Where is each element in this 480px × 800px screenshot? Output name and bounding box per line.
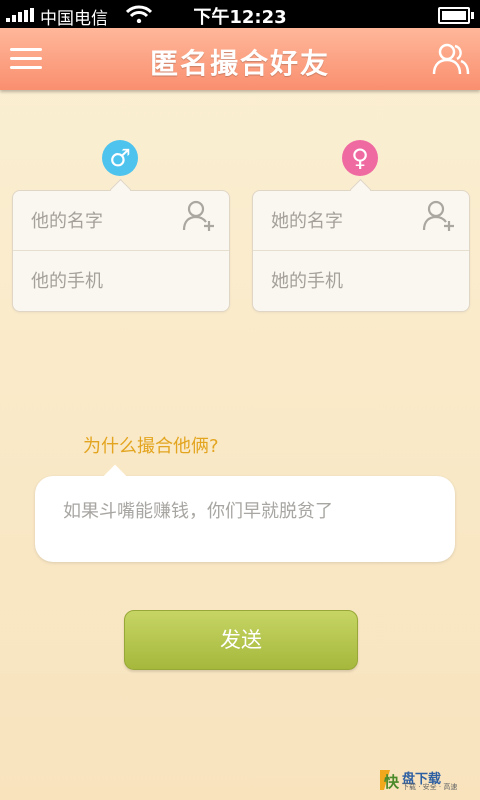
female-phone-field[interactable]: 她的手机 xyxy=(253,251,469,310)
add-contact-icon[interactable] xyxy=(421,199,457,233)
male-info-card: 他的名字 他的手机 xyxy=(12,190,230,312)
svg-text:快: 快 xyxy=(384,773,400,791)
reason-text: 如果斗嘴能赚钱，你们早就脱贫了 xyxy=(63,501,333,522)
female-phone-placeholder: 她的手机 xyxy=(271,271,343,292)
send-button[interactable]: 发送 xyxy=(124,610,358,670)
female-icon: ♀ xyxy=(342,140,378,176)
watermark-logo-icon: 快 xyxy=(380,770,400,791)
battery-icon xyxy=(438,7,474,24)
male-phone-field[interactable]: 他的手机 xyxy=(13,251,229,310)
male-name-placeholder: 他的名字 xyxy=(31,211,103,232)
male-icon: ♂ xyxy=(102,140,138,176)
female-name-placeholder: 她的名字 xyxy=(271,211,343,232)
female-name-field[interactable]: 她的名字 xyxy=(253,191,469,251)
page-title: 匿名撮合好友 xyxy=(149,47,330,80)
add-contact-icon[interactable] xyxy=(181,199,217,233)
reason-question-label: 为什么撮合他俩? xyxy=(83,436,219,457)
watermark-logo: 快 盘下载 下载 · 安全 · 高速 xyxy=(378,768,474,794)
header-bar: 匿名撮合好友 xyxy=(0,28,480,90)
clock: 下午12:23 xyxy=(193,7,287,28)
male-phone-placeholder: 他的手机 xyxy=(31,271,103,292)
female-info-card: 她的名字 她的手机 xyxy=(252,190,470,312)
status-bar: 中国电信 下午12:23 xyxy=(0,0,480,29)
reason-input[interactable]: 如果斗嘴能赚钱，你们早就脱贫了 xyxy=(35,476,455,562)
male-name-field[interactable]: 他的名字 xyxy=(13,191,229,251)
watermark-slogan: 下载 · 安全 · 高速 xyxy=(402,783,458,791)
page-background xyxy=(0,0,480,800)
friends-icon[interactable] xyxy=(432,42,470,76)
